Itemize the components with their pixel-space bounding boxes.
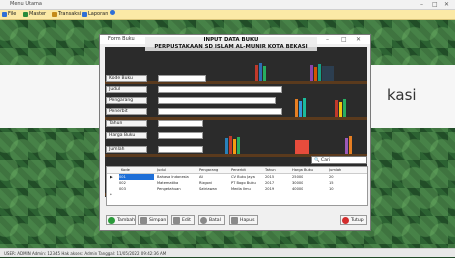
hapus-label: Hapus [240, 217, 255, 223]
col-kode: Kode [121, 168, 130, 172]
menu-master-label: Master [29, 11, 47, 17]
input-tahun[interactable] [158, 120, 203, 127]
input-judul[interactable] [158, 86, 282, 93]
edit-icon [173, 216, 180, 224]
menu-file[interactable]: File [2, 10, 16, 19]
simpan-label: Simpan [149, 217, 167, 223]
window-title: Menu Utama [10, 1, 42, 7]
label-judul: Judul [106, 86, 147, 93]
form-maximize-icon[interactable]: □ [341, 35, 347, 44]
edit-button[interactable]: Edit [171, 215, 195, 225]
close-window-icon[interactable]: ✕ [444, 0, 449, 9]
col-pengarang: Pengarang [199, 168, 219, 172]
banner-text: kasi [387, 86, 417, 104]
table-header: Kode Judul Pengarang Penerbit Tahun Harg… [107, 167, 367, 174]
status-bar: USER: ADMIN Admin: 12345 Hak akses: Admi… [0, 248, 455, 257]
input-harga-buku[interactable] [158, 132, 203, 139]
col-judul: Judul [157, 168, 166, 172]
save-icon [140, 216, 147, 224]
laporan-icon [82, 12, 87, 17]
label-tahun: Tahun [106, 120, 147, 127]
maximize-icon[interactable]: □ [432, 0, 438, 9]
close-icon [342, 216, 349, 224]
add-icon [108, 216, 115, 224]
batal-label: Batal [209, 217, 221, 223]
heading-line-1: INPUT DATA BUKU [203, 37, 259, 43]
input-penerbit[interactable] [158, 108, 282, 115]
simpan-button[interactable]: Simpan [138, 215, 168, 225]
tutup-label: Tutup [351, 217, 364, 223]
form-buku-window: Form Buku – □ ✕ INPUT DATA BUKU PERPUSTA… [99, 34, 371, 231]
form-close-icon[interactable]: ✕ [356, 35, 361, 44]
menu-info[interactable] [110, 10, 115, 15]
edit-label: Edit [182, 217, 191, 223]
col-harga: Harga Buku [292, 168, 313, 172]
form-heading: INPUT DATA BUKU PERPUSTAKAAN SD ISLAM AL… [145, 37, 317, 51]
form-minimize-icon[interactable]: – [326, 35, 329, 44]
menu-transaksi[interactable]: Transaksi [52, 10, 81, 19]
file-icon [2, 12, 7, 17]
hapus-button[interactable]: Hapus [229, 215, 258, 225]
menu-master[interactable]: Master [23, 10, 46, 19]
delete-icon [231, 216, 238, 224]
label-kode-buku: Kode Buku [106, 75, 147, 82]
label-harga-buku: Harga Buku [106, 132, 147, 139]
menu-bar: File Master Transaksi Laporan [0, 10, 455, 20]
heading-line-2: PERPUSTAKAAN SD ISLAM AL-MUNIR KOTA BEKA… [154, 44, 308, 50]
label-pengarang: Pengarang [106, 97, 147, 104]
form-title: Form Buku [108, 36, 135, 42]
label-penerbit: Penerbit [106, 108, 147, 115]
menu-file-label: File [8, 11, 17, 17]
search-label: Cari [321, 158, 331, 163]
info-icon [110, 10, 115, 15]
col-jumlah: Jumlah [329, 168, 342, 172]
col-penerbit: Penerbit [231, 168, 246, 172]
transaksi-icon [52, 12, 57, 17]
batal-button[interactable]: Batal [198, 215, 225, 225]
menu-transaksi-label: Transaksi [58, 11, 82, 17]
tutup-button[interactable]: Tutup [340, 215, 367, 225]
input-pengarang[interactable] [158, 97, 276, 104]
tambah-button[interactable]: Tambah [106, 215, 136, 225]
search-icon: 🔍 [314, 158, 320, 163]
menu-laporan[interactable]: Laporan [82, 10, 108, 19]
minimize-icon[interactable]: – [420, 0, 423, 9]
master-icon [23, 12, 28, 17]
table-new-row[interactable]: * [107, 192, 367, 198]
search-box[interactable]: 🔍 Cari [311, 156, 367, 164]
new-row-icon: * [110, 193, 112, 197]
input-kode-buku[interactable] [158, 75, 206, 82]
label-jumlah: Jumlah [106, 146, 147, 153]
menu-laporan-label: Laporan [88, 11, 109, 17]
books-table[interactable]: Kode Judul Pengarang Penerbit Tahun Harg… [106, 166, 368, 206]
tambah-label: Tambah [117, 217, 135, 223]
window-titlebar: Menu Utama – □ ✕ [0, 0, 455, 10]
cancel-icon [200, 216, 207, 224]
input-jumlah[interactable] [158, 146, 203, 153]
col-tahun: Tahun [265, 168, 276, 172]
